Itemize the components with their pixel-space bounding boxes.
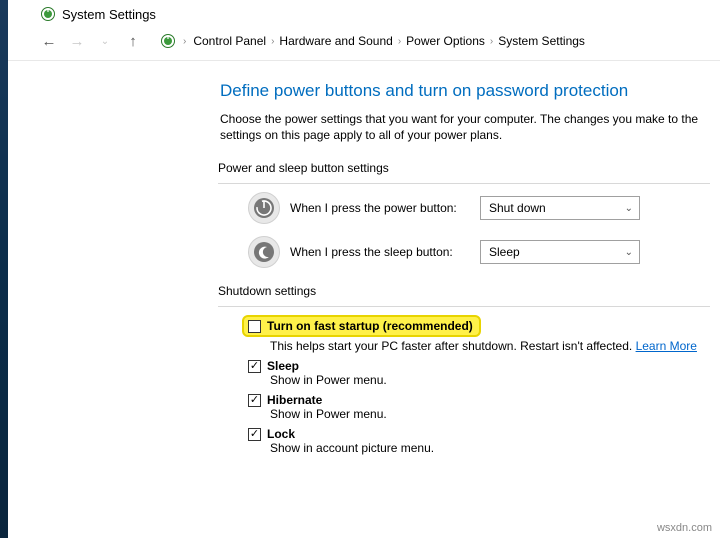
power-button-row: When I press the power button: Shut down… <box>248 192 710 224</box>
learn-more-link[interactable]: Learn More <box>636 339 697 353</box>
chevron-right-icon: › <box>490 36 493 47</box>
fast-startup-highlight: Turn on fast startup (recommended) <box>242 315 481 337</box>
breadcrumb-item[interactable]: Hardware and Sound <box>279 34 392 48</box>
power-button-icon <box>248 192 280 224</box>
chevron-right-icon: › <box>183 36 186 47</box>
content-area: Define power buttons and turn on passwor… <box>0 61 720 465</box>
watermark: wsxdn.com <box>657 522 712 534</box>
title-bar: System Settings <box>0 0 720 26</box>
lock-setting-row: Lock <box>248 427 710 441</box>
group-header-shutdown-settings: Shutdown settings <box>218 284 710 298</box>
recent-dropdown[interactable]: ⌄ <box>94 30 116 52</box>
divider <box>218 183 710 184</box>
fast-startup-label: Turn on fast startup (recommended) <box>267 319 473 333</box>
left-edge-decoration <box>0 0 8 538</box>
lock-desc: Show in account picture menu. <box>270 441 710 455</box>
select-value: Shut down <box>489 201 546 215</box>
select-value: Sleep <box>489 245 520 259</box>
nav-bar: ← → ⌄ ↑ › Control Panel › Hardware and S… <box>0 26 720 61</box>
back-button[interactable]: ← <box>38 30 60 52</box>
lock-checkbox[interactable] <box>248 428 261 441</box>
fast-startup-desc-text: This helps start your PC faster after sh… <box>270 339 632 353</box>
breadcrumb-item[interactable]: Control Panel <box>193 34 266 48</box>
hibernate-checkbox[interactable] <box>248 394 261 407</box>
sleep-button-action-select[interactable]: Sleep ⌄ <box>480 240 640 264</box>
forward-button[interactable]: → <box>66 30 88 52</box>
page-title: Define power buttons and turn on passwor… <box>220 81 710 101</box>
page-subtitle: Choose the power settings that you want … <box>220 111 710 143</box>
window-title: System Settings <box>62 7 156 22</box>
power-options-icon <box>160 33 176 49</box>
up-button[interactable]: ↑ <box>122 30 144 52</box>
sleep-checkbox[interactable] <box>248 360 261 373</box>
hibernate-desc: Show in Power menu. <box>270 407 710 421</box>
divider <box>218 306 710 307</box>
sleep-button-icon <box>248 236 280 268</box>
group-header-button-settings: Power and sleep button settings <box>218 161 710 175</box>
power-button-label: When I press the power button: <box>290 201 470 215</box>
sleep-desc: Show in Power menu. <box>270 373 710 387</box>
breadcrumb-item[interactable]: Power Options <box>406 34 485 48</box>
sleep-label: Sleep <box>267 359 299 373</box>
hibernate-label: Hibernate <box>267 393 322 407</box>
fast-startup-desc: This helps start your PC faster after sh… <box>270 339 710 353</box>
power-button-action-select[interactable]: Shut down ⌄ <box>480 196 640 220</box>
fast-startup-checkbox[interactable] <box>248 320 261 333</box>
chevron-right-icon: › <box>398 36 401 47</box>
chevron-down-icon: ⌄ <box>625 247 633 258</box>
chevron-down-icon: ⌄ <box>625 203 633 214</box>
sleep-button-label: When I press the sleep button: <box>290 245 470 259</box>
power-options-icon <box>40 6 56 22</box>
breadcrumb: Control Panel › Hardware and Sound › Pow… <box>193 34 585 48</box>
sleep-button-row: When I press the sleep button: Sleep ⌄ <box>248 236 710 268</box>
chevron-right-icon: › <box>271 36 274 47</box>
breadcrumb-item[interactable]: System Settings <box>498 34 585 48</box>
lock-label: Lock <box>267 427 295 441</box>
hibernate-setting-row: Hibernate <box>248 393 710 407</box>
sleep-setting-row: Sleep <box>248 359 710 373</box>
